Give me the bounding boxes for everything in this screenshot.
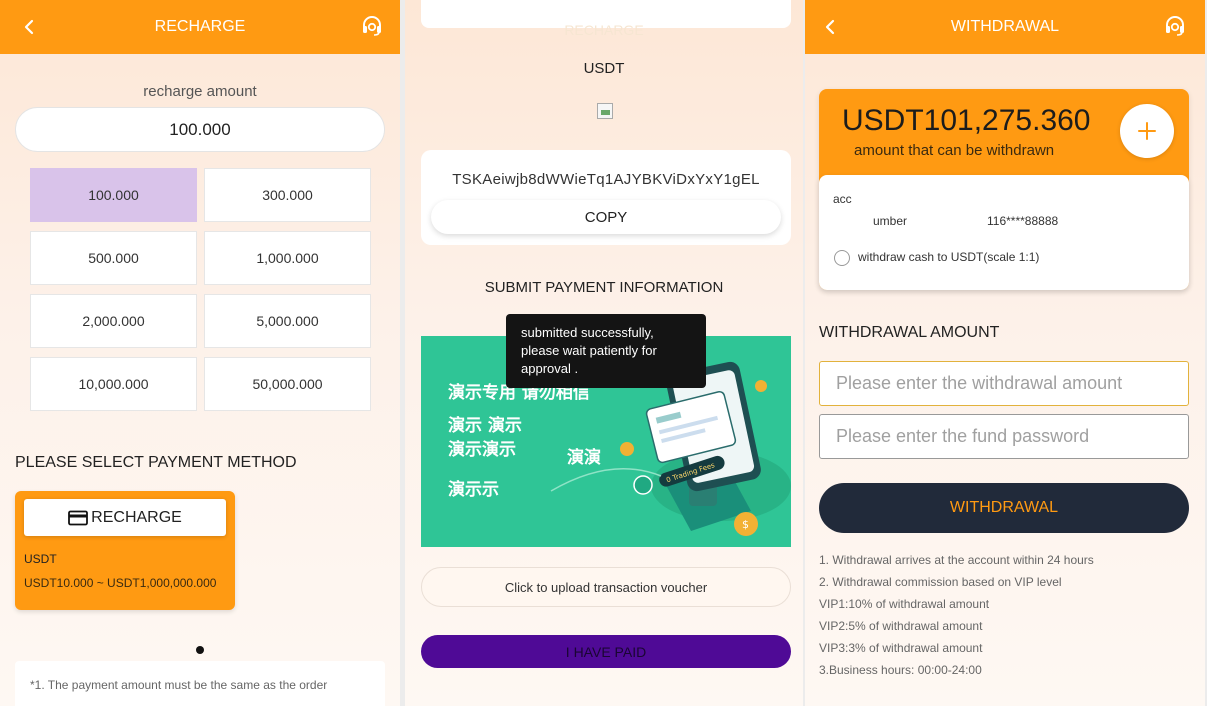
amount-options: 100.000 300.000 500.000 1,000.000 2,000.… [30,168,371,411]
note-text: *1. The payment amount must be the same … [30,678,328,692]
recharge-method-label: RECHARGE [91,508,182,526]
back-arrow-icon[interactable] [18,15,42,39]
usdt-option-radio[interactable] [834,250,850,266]
withdrawal-panel: WITHDRAWAL USDT101,275.360 amount that c… [805,0,1205,706]
amount-option[interactable]: 2,000.000 [30,294,197,348]
account-label: acc [833,192,852,206]
notes-box: *1. The payment amount must be the same … [15,661,385,706]
header: RECHARGE [0,0,400,54]
method-range: USDT10.000 ~ USDT1,000,000.000 [24,576,217,590]
page-title: WITHDRAWAL [950,18,1060,35]
qr-code-image [597,103,613,119]
wallet-address-card: TSKAeiwjb8dWWieTq1AJYBKViDxYxY1gEL COPY [421,150,791,245]
withdrawal-amount-input[interactable] [819,361,1189,406]
i-have-paid-button[interactable]: I HAVE PAID [421,635,791,668]
customer-service-icon[interactable] [360,14,384,38]
balance-card: USDT101,275.360 amount that can be withd… [819,89,1189,290]
banner-text: 演示 演示 [448,416,522,436]
withdrawal-rules: 1. Withdrawal arrives at the account wit… [819,551,1094,683]
customer-service-icon[interactable] [1163,14,1187,38]
credit-card-icon [68,510,89,525]
copy-button[interactable]: COPY [431,200,781,234]
amount-option[interactable]: 1,000.000 [204,231,371,285]
account-card: acc umber 116****88888 withdraw cash to … [819,175,1189,290]
amount-option[interactable]: 50,000.000 [204,357,371,411]
recharge-amount-input[interactable] [15,107,385,152]
withdrawal-amount-title: WITHDRAWAL AMOUNT [819,324,1000,341]
recharge-method-button[interactable]: RECHARGE [24,499,226,536]
payment-panel: RECHARGE USDT TSKAeiwjb8dWWieTq1AJYBKViD… [405,0,803,706]
page-title: RECHARGE [154,18,246,35]
banner-text: 演示示 [448,480,499,500]
amount-option[interactable]: 300.000 [204,168,371,222]
payment-method-title: PLEASE SELECT PAYMENT METHOD [15,454,297,471]
balance-subtitle: amount that can be withdrawn [854,142,1055,159]
amount-option[interactable]: 10,000.000 [30,357,197,411]
upload-voucher-button[interactable]: Click to upload transaction voucher [421,567,791,607]
recharge-panel: RECHARGE recharge amount 100.000 300.000… [0,0,400,706]
submit-title: SUBMIT PAYMENT INFORMATION [484,279,724,296]
header: WITHDRAWAL [805,0,1205,54]
number-label: umber [873,214,908,228]
usdt-option-label: withdraw cash to USDT(scale 1:1) [858,250,1040,264]
svg-text:$: $ [742,518,749,531]
fund-password-input[interactable] [819,414,1189,459]
payment-currency: USDT [583,60,625,77]
payment-method-card[interactable]: RECHARGE USDT USDT10.000 ~ USDT1,000,000… [15,491,235,610]
banner-text: 演演 [567,448,601,468]
rule-item: VIP2:5% of withdrawal amount [819,619,983,633]
account-number: 116****88888 [987,214,1059,228]
add-account-button[interactable] [1120,104,1174,158]
plus-icon [1138,122,1156,140]
success-toast: submitted successfully, please wait pati… [506,314,706,388]
withdrawal-button[interactable]: WITHDRAWAL [819,483,1189,533]
rule-item: 2. Withdrawal commission based on VIP le… [819,575,1062,589]
amount-label: recharge amount [143,83,257,100]
pagination-dot [196,646,204,654]
back-arrow-icon[interactable] [819,15,843,39]
banner-text: 演示演示 [448,440,516,460]
wallet-address: TSKAeiwjb8dWWieTq1AJYBKViDxYxY1gEL [452,171,760,188]
rule-item: VIP3:3% of withdrawal amount [819,641,983,655]
amount-option[interactable]: 100.000 [30,168,197,222]
balance-amount: USDT101,275.360 [842,104,1091,137]
method-currency: USDT [24,552,57,566]
amount-option[interactable]: 500.000 [30,231,197,285]
faded-label: RECHARGE [564,22,644,38]
rule-item: VIP1:10% of withdrawal amount [819,597,990,611]
rule-item: 3.Business hours: 00:00-24:00 [819,663,982,677]
amount-option[interactable]: 5,000.000 [204,294,371,348]
rule-item: 1. Withdrawal arrives at the account wit… [819,553,1094,567]
